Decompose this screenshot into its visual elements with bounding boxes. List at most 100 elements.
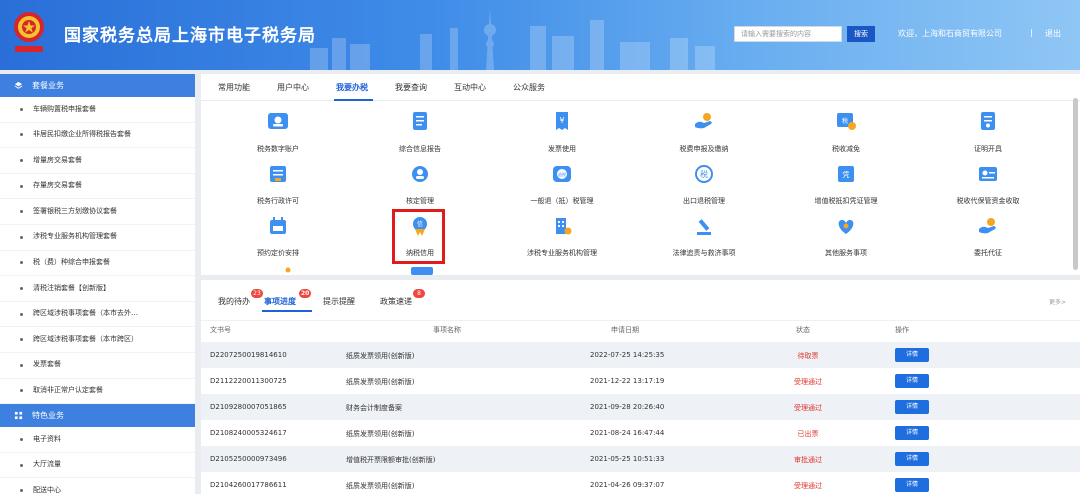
item-name: 纸质发票领用(创新版) <box>346 482 415 490</box>
detail-button[interactable]: 详情 <box>895 478 929 492</box>
sidebar-item[interactable]: 配送中心 <box>0 478 195 494</box>
sidebar-item[interactable]: 取消非正常户认定套餐 <box>0 379 195 405</box>
vat-deduction-icon: 凭 <box>838 166 854 182</box>
apply-date: 2022-07-25 14:25:35 <box>590 351 665 359</box>
bullet-icon <box>20 363 23 367</box>
sidebar-item[interactable]: 发票套餐 <box>0 353 195 379</box>
apply-date: 2021-04-26 09:37:07 <box>590 481 665 489</box>
bullet-icon <box>20 489 23 493</box>
header-separator: | <box>1030 28 1033 37</box>
sidebar-item[interactable]: 增量房交易套餐 <box>0 148 195 174</box>
more-link[interactable]: 更多> <box>1049 297 1066 306</box>
tab-policy[interactable]: 政策速递 8 <box>380 289 425 307</box>
tab-interaction[interactable]: 互动中心 <box>454 82 486 93</box>
sidebar-item-label: 清税注销套餐【创新版】 <box>33 283 110 292</box>
doc-number: D2109280007051865 <box>210 403 287 411</box>
bullet-icon <box>20 184 23 188</box>
service-label: 核定管理 <box>406 197 434 205</box>
active-tab-indicator <box>334 99 373 101</box>
item-name: 纸质发票领用(创新版) <box>346 352 415 360</box>
bullet-icon <box>20 312 23 316</box>
bullet-icon <box>20 286 23 290</box>
status-text: 受理通过 <box>794 482 822 490</box>
search-input[interactable]: 请输入需要搜索的内容 <box>734 26 842 42</box>
detail-button[interactable]: 详情 <box>895 400 929 414</box>
certificate-icon <box>981 112 995 130</box>
service-label: 发票使用 <box>548 145 576 153</box>
status-text: 受理通过 <box>794 404 822 412</box>
sidebar-item[interactable]: 签署银税三方划缴协议套餐 <box>0 199 195 225</box>
partial-service-icon <box>411 267 433 275</box>
doc-number: D2108240005324617 <box>210 429 287 437</box>
sidebar-item-label: 车辆购置税申报套餐 <box>33 104 96 113</box>
detail-button[interactable]: 详情 <box>895 452 929 466</box>
tab-query[interactable]: 我要查询 <box>395 82 427 93</box>
search-button[interactable]: 搜索 <box>847 26 875 42</box>
sidebar-section-packages[interactable]: 套餐业务 <box>0 74 195 97</box>
sidebar-section-special[interactable]: 特色业务 <box>0 404 195 428</box>
sidebar-item-label: 非居民扣缴企业所得税报告套餐 <box>33 130 131 139</box>
sidebar-item[interactable]: 电子资料 <box>0 427 195 453</box>
tab-public-service[interactable]: 公众服务 <box>513 82 545 93</box>
detail-button[interactable]: 详情 <box>895 426 929 440</box>
table-header: 文书号 事项名称 申请日期 状态 操作 <box>201 320 1080 337</box>
service-label: 税收代保管资金收取 <box>956 197 1020 205</box>
invoice-icon: ¥ <box>556 112 568 130</box>
table-row: D2112220011300725 纸质发票领用(创新版) 2021-12-22… <box>201 368 1080 394</box>
service-label: 税务行政许可 <box>257 197 299 205</box>
service-label: 税费申报及缴纳 <box>679 145 729 153</box>
tab-user-center[interactable]: 用户中心 <box>277 82 309 93</box>
bullet-icon <box>20 107 23 111</box>
service-label: 涉税专业服务机构管理 <box>527 249 597 257</box>
service-label: 税收减免 <box>832 145 860 153</box>
sidebar-item[interactable]: 清税注销套餐【创新版】 <box>0 276 195 302</box>
site-title: 国家税务总局上海市电子税务局 <box>64 26 316 46</box>
digital-account-icon <box>268 113 288 129</box>
service-label: 预约定价安排 <box>257 249 299 257</box>
item-name: 纸质发票领用(创新版) <box>346 378 415 386</box>
apply-date: 2021-09-28 20:26:40 <box>590 403 665 411</box>
sidebar-section-title: 特色业务 <box>32 411 64 421</box>
count-badge: 8 <box>413 289 425 298</box>
active-tab-indicator <box>262 310 312 312</box>
detail-button[interactable]: 详情 <box>895 348 929 362</box>
bullet-icon <box>20 463 23 467</box>
highlight-box <box>392 209 445 264</box>
tab-common[interactable]: 常用功能 <box>218 82 250 93</box>
apply-date: 2021-05-25 10:51:33 <box>590 455 665 463</box>
sidebar-item[interactable]: 车辆购置税申报套餐 <box>0 97 195 123</box>
bullet-icon <box>20 389 23 393</box>
service-label: 税务数字账户 <box>257 145 299 153</box>
logout-link[interactable]: 退出 <box>1045 28 1061 39</box>
table-row: D2109280007051865 财务会计制度备案 2021-09-28 20… <box>201 394 1080 420</box>
services-scrollbar[interactable] <box>1073 98 1078 270</box>
detail-button[interactable]: 详情 <box>895 374 929 388</box>
tab-tax-handling[interactable]: 我要办税 <box>336 82 368 93</box>
sidebar-item[interactable]: 存量房交易套餐 <box>0 174 195 200</box>
bullet-icon <box>20 261 23 265</box>
bullet-icon <box>20 210 23 214</box>
sidebar-item[interactable]: 涉税专业服务机构管理套餐 <box>0 225 195 251</box>
tab-my-todo[interactable]: 我的待办 23 <box>218 289 263 307</box>
sidebar-item[interactable]: 非居民扣缴企业所得税报告套餐 <box>0 123 195 149</box>
service-label: 法律追责与救济事项 <box>672 249 736 257</box>
tax-declare-icon <box>695 113 712 129</box>
sidebar-item-label: 大厅流量 <box>33 460 61 469</box>
tab-progress[interactable]: 事项进度 20 <box>264 289 312 307</box>
bullet-icon <box>20 338 23 342</box>
grid-icon <box>14 412 23 420</box>
sidebar-item[interactable]: 跨区域涉税事项套餐（本市去外… <box>0 302 195 328</box>
apply-date: 2021-12-22 13:17:19 <box>590 377 665 385</box>
sidebar-item[interactable]: 税（费）种综合申报套餐 <box>0 251 195 277</box>
sidebar-item-label: 签署银税三方划缴协议套餐 <box>33 206 117 215</box>
sidebar-item[interactable]: 跨区域涉税事项套餐（本市跨区） <box>0 327 195 353</box>
pricing-arrangement-icon <box>270 217 286 234</box>
sidebar-item[interactable]: 大厅流量 <box>0 453 195 479</box>
other-services-icon <box>838 220 854 234</box>
svg-text:税: 税 <box>842 117 848 125</box>
admin-permit-icon <box>270 166 286 182</box>
tab-reminders[interactable]: 提示提醒 <box>323 296 355 307</box>
task-tab-label: 事项进度 <box>264 297 296 306</box>
tasks-panel: 我的待办 23 事项进度 20 提示提醒 政策速递 8 更多> 文书号 事项名称 申请… <box>201 280 1080 494</box>
export-refund-icon: 税 <box>695 165 713 183</box>
